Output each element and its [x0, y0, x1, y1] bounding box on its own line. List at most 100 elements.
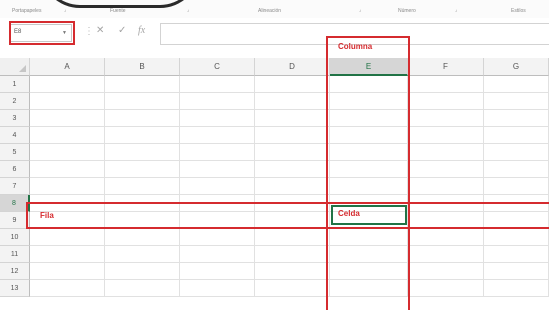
- cell-c10[interactable]: [180, 229, 255, 246]
- ribbon-group-number: Número: [398, 8, 416, 14]
- enter-icon[interactable]: ✓: [118, 25, 126, 36]
- cell-b7[interactable]: [105, 178, 180, 195]
- cell-g6[interactable]: [484, 161, 549, 178]
- cell-d2[interactable]: [255, 93, 330, 110]
- row-header-1[interactable]: 1: [0, 76, 30, 93]
- cell-a3[interactable]: [30, 110, 105, 127]
- cell-c4[interactable]: [180, 127, 255, 144]
- ribbon-group-font: Fuente: [110, 8, 126, 14]
- cell-f6[interactable]: [408, 161, 484, 178]
- column-header-c[interactable]: C: [180, 58, 255, 76]
- row-header-7[interactable]: 7: [0, 178, 30, 195]
- cancel-icon[interactable]: ✕: [96, 25, 104, 36]
- cell-c2[interactable]: [180, 93, 255, 110]
- cell-f10[interactable]: [408, 229, 484, 246]
- cell-a12[interactable]: [30, 263, 105, 280]
- row-label: Fila: [40, 211, 54, 220]
- name-box-highlight: [9, 21, 75, 45]
- cell-f4[interactable]: [408, 127, 484, 144]
- cell-g4[interactable]: [484, 127, 549, 144]
- formula-bar-separator-icon: ⋮: [84, 26, 94, 37]
- cell-f3[interactable]: [408, 110, 484, 127]
- cell-f2[interactable]: [408, 93, 484, 110]
- cell-a1[interactable]: [30, 76, 105, 93]
- cell-c12[interactable]: [180, 263, 255, 280]
- font-launcher-icon[interactable]: ⌟: [187, 7, 189, 13]
- cell-c7[interactable]: [180, 178, 255, 195]
- column-header-d[interactable]: D: [255, 58, 330, 76]
- cell-b13[interactable]: [105, 280, 180, 297]
- row-header-4[interactable]: 4: [0, 127, 30, 144]
- cell-d7[interactable]: [255, 178, 330, 195]
- row-header-2[interactable]: 2: [0, 93, 30, 110]
- column-label: Columna: [338, 42, 373, 51]
- cell-c11[interactable]: [180, 246, 255, 263]
- cell-f5[interactable]: [408, 144, 484, 161]
- cell-f12[interactable]: [408, 263, 484, 280]
- cell-f7[interactable]: [408, 178, 484, 195]
- row-header-5[interactable]: 5: [0, 144, 30, 161]
- cell-a10[interactable]: [30, 229, 105, 246]
- cell-f1[interactable]: [408, 76, 484, 93]
- row-header-11[interactable]: 11: [0, 246, 30, 263]
- cell-b1[interactable]: [105, 76, 180, 93]
- cell-b11[interactable]: [105, 246, 180, 263]
- row-header-12[interactable]: 12: [0, 263, 30, 280]
- column-highlight: [326, 36, 410, 310]
- insert-function-icon[interactable]: fx: [138, 25, 145, 36]
- cell-b12[interactable]: [105, 263, 180, 280]
- cell-a2[interactable]: [30, 93, 105, 110]
- cell-g11[interactable]: [484, 246, 549, 263]
- cell-b4[interactable]: [105, 127, 180, 144]
- ribbon-group-clipboard: Portapapeles: [12, 8, 42, 14]
- cell-c1[interactable]: [180, 76, 255, 93]
- cell-g2[interactable]: [484, 93, 549, 110]
- cell-a13[interactable]: [30, 280, 105, 297]
- cell-g3[interactable]: [484, 110, 549, 127]
- cell-g10[interactable]: [484, 229, 549, 246]
- cell-f13[interactable]: [408, 280, 484, 297]
- row-header-3[interactable]: 3: [0, 110, 30, 127]
- cell-a11[interactable]: [30, 246, 105, 263]
- row-header-13[interactable]: 13: [0, 280, 30, 297]
- cell-d5[interactable]: [255, 144, 330, 161]
- cell-b3[interactable]: [105, 110, 180, 127]
- cell-d4[interactable]: [255, 127, 330, 144]
- cell-g7[interactable]: [484, 178, 549, 195]
- cell-g1[interactable]: [484, 76, 549, 93]
- cell-d1[interactable]: [255, 76, 330, 93]
- row-header-6[interactable]: 6: [0, 161, 30, 178]
- number-launcher-icon[interactable]: ⌟: [455, 7, 457, 13]
- cell-b6[interactable]: [105, 161, 180, 178]
- cell-d13[interactable]: [255, 280, 330, 297]
- cell-c13[interactable]: [180, 280, 255, 297]
- cell-c5[interactable]: [180, 144, 255, 161]
- cell-b5[interactable]: [105, 144, 180, 161]
- row-highlight: [26, 202, 549, 229]
- column-header-f[interactable]: F: [408, 58, 484, 76]
- cell-d6[interactable]: [255, 161, 330, 178]
- cell-a4[interactable]: [30, 127, 105, 144]
- row-header-10[interactable]: 10: [0, 229, 30, 246]
- alignment-launcher-icon[interactable]: ⌟: [359, 7, 361, 13]
- column-header-g[interactable]: G: [484, 58, 549, 76]
- column-header-a[interactable]: A: [30, 58, 105, 76]
- cell-c3[interactable]: [180, 110, 255, 127]
- clipboard-launcher-icon[interactable]: ⌟: [64, 7, 66, 13]
- cell-b2[interactable]: [105, 93, 180, 110]
- cell-a6[interactable]: [30, 161, 105, 178]
- cell-g5[interactable]: [484, 144, 549, 161]
- cell-c6[interactable]: [180, 161, 255, 178]
- select-all-button[interactable]: [0, 58, 30, 76]
- cell-d12[interactable]: [255, 263, 330, 280]
- cell-a7[interactable]: [30, 178, 105, 195]
- cell-g13[interactable]: [484, 280, 549, 297]
- cell-b10[interactable]: [105, 229, 180, 246]
- column-header-b[interactable]: B: [105, 58, 180, 76]
- cell-d3[interactable]: [255, 110, 330, 127]
- cell-a5[interactable]: [30, 144, 105, 161]
- cell-g12[interactable]: [484, 263, 549, 280]
- cell-d11[interactable]: [255, 246, 330, 263]
- cell-d10[interactable]: [255, 229, 330, 246]
- cell-f11[interactable]: [408, 246, 484, 263]
